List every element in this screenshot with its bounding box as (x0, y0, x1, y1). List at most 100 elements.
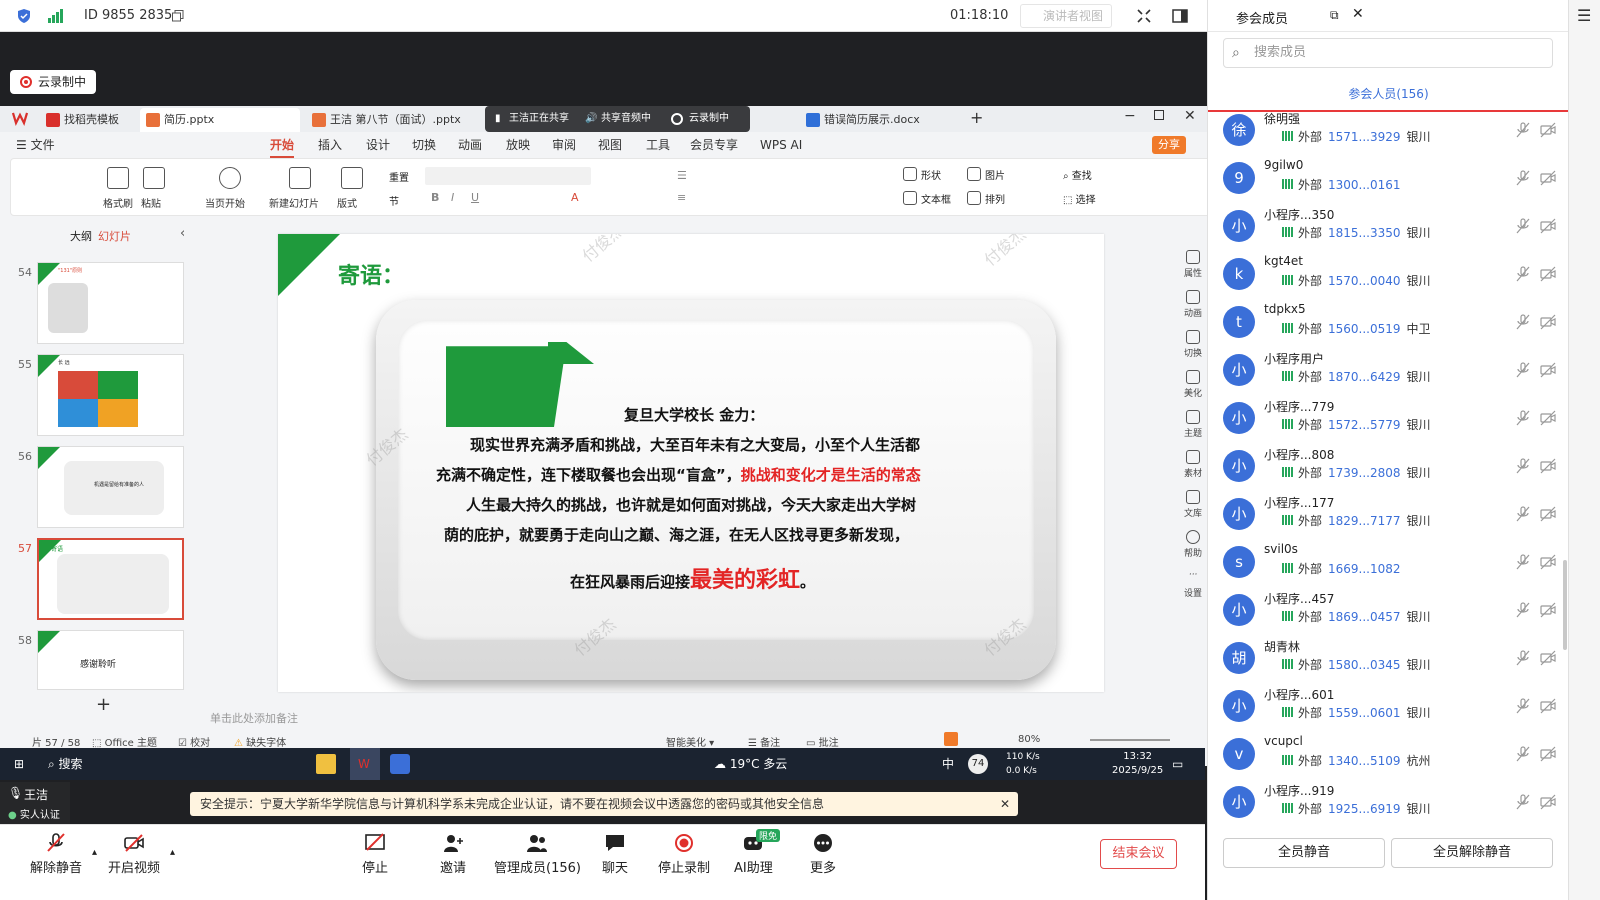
list-item[interactable]: 小小程序...919 外部 1925...6919 银川 (1208, 778, 1569, 824)
play-slideshow-icon[interactable] (944, 732, 958, 746)
camera-off-icon[interactable] (1540, 170, 1556, 186)
notes-button[interactable]: ☰ 备注 (748, 734, 780, 749)
font-name-select[interactable] (425, 167, 591, 185)
reset-button[interactable]: 重置 (389, 169, 409, 184)
list-item[interactable]: 小小程序用户 外部 1870...6429 银川 (1208, 346, 1569, 394)
menu-review[interactable]: 审阅 (552, 132, 576, 158)
add-slide-icon[interactable]: + (96, 694, 111, 715)
start-video-button[interactable]: 开启视频 (108, 833, 160, 876)
tab-error-resume-docx[interactable]: 错误简历展示.docx (800, 108, 920, 132)
menu-member[interactable]: 会员专享 (690, 132, 738, 158)
fullscreen-icon[interactable] (1136, 0, 1152, 32)
tab-template[interactable]: 找稻壳模板 (40, 108, 119, 132)
slide-thumb-56[interactable]: 机遇是留给有准备的人 (37, 446, 184, 528)
theme-indicator[interactable]: ⬚ Office 主题 (92, 734, 157, 749)
close-notice-icon[interactable]: ✕ (1000, 792, 1010, 816)
camera-off-icon[interactable] (1540, 266, 1556, 282)
tencent-meeting-icon[interactable] (390, 754, 410, 774)
camera-off-icon[interactable] (1540, 458, 1556, 474)
stop-recording-button[interactable]: 停止录制 (658, 833, 710, 876)
select-button[interactable]: ⬚ 选择 (1063, 191, 1096, 206)
slide-thumb-57[interactable]: 寄语 (37, 538, 184, 620)
speaker-icon[interactable]: 🔊 (585, 106, 597, 132)
chat-button[interactable]: 聊天 (602, 833, 628, 876)
speaker-view-button[interactable]: 演讲者视图 (1020, 4, 1113, 28)
underline-icon[interactable]: U (471, 191, 479, 204)
copy-icon[interactable] (172, 0, 184, 32)
minimize-icon[interactable]: − (1124, 108, 1136, 124)
camera-off-icon[interactable] (1540, 410, 1556, 426)
arrange-label[interactable]: 排列 (985, 191, 1005, 206)
format-painter-label[interactable]: 格式刷 (103, 195, 133, 210)
mic-off-icon[interactable] (1515, 506, 1531, 522)
menu-transition[interactable]: 切换 (412, 132, 436, 158)
notification-center-icon[interactable]: ▭ (1172, 748, 1183, 780)
tab-slides[interactable]: 幻灯片 (98, 228, 131, 244)
layout-icon[interactable] (341, 167, 363, 189)
mic-off-icon[interactable] (1515, 746, 1531, 762)
shape-icon[interactable] (903, 167, 917, 181)
camera-off-icon[interactable] (1540, 122, 1556, 138)
format-painter-icon[interactable] (107, 167, 129, 189)
tab-members[interactable]: 参会人员(156) (1208, 84, 1569, 112)
shield-icon[interactable] (16, 0, 32, 32)
camera-off-icon[interactable] (1540, 314, 1556, 330)
bold-icon[interactable]: B (431, 191, 439, 204)
list-item[interactable]: 小小程序...808 外部 1739...2808 银川 (1208, 442, 1569, 490)
picture-icon[interactable] (967, 167, 981, 181)
camera-off-icon[interactable] (1540, 746, 1556, 762)
member-search-input[interactable]: ⌕ 搜索成员 (1223, 38, 1553, 68)
manage-members-button[interactable]: 管理成员(156) (494, 833, 581, 876)
camera-off-icon[interactable] (1540, 602, 1556, 618)
mic-off-icon[interactable] (1515, 362, 1531, 378)
mic-off-icon[interactable] (1515, 170, 1531, 186)
list-item[interactable]: 小小程序...779 外部 1572...5779 银川 (1208, 394, 1569, 442)
font-color-icon[interactable]: A (571, 191, 579, 204)
self-video-tile[interactable]: 🎙 王洁 ● 实人认证 (0, 782, 70, 824)
notes-placeholder[interactable]: 单击此处添加备注 (210, 710, 298, 726)
camera-off-icon[interactable] (1540, 698, 1556, 714)
list-item[interactable]: 小小程序...601 外部 1559...0601 银川 (1208, 682, 1569, 730)
end-meeting-button[interactable]: 结束会议 (1100, 839, 1177, 869)
menu-view[interactable]: 视图 (598, 132, 622, 158)
member-list-scrollbar[interactable] (1563, 560, 1567, 650)
taskbar-search[interactable]: ⌕ 搜索 (48, 748, 83, 780)
proof-button[interactable]: ☑ 校对 (178, 734, 210, 749)
picture-label[interactable]: 图片 (985, 167, 1005, 182)
list-item[interactable]: s svil0s 外部 1669...1082 (1208, 538, 1569, 586)
paste-label[interactable]: 粘贴 (141, 195, 161, 210)
layout-label[interactable]: 版式 (337, 195, 357, 210)
zoom-slider[interactable] (1090, 739, 1170, 741)
mic-options-chevron-icon[interactable]: ▴ (92, 847, 97, 858)
tab-resume-pptx[interactable]: 简历.pptx (140, 108, 300, 132)
weather-widget[interactable]: ☁ 19°C 多云 (714, 748, 787, 780)
paste-icon[interactable] (143, 167, 165, 189)
notification-badge[interactable]: 74 (968, 754, 988, 774)
camera-off-icon[interactable] (1540, 554, 1556, 570)
camera-off-icon[interactable] (1540, 506, 1556, 522)
menu-wps-ai[interactable]: WPS AI (760, 132, 802, 158)
wps-taskbar-icon[interactable]: W (350, 748, 380, 780)
menu-insert[interactable]: 插入 (318, 132, 342, 158)
ime-indicator[interactable]: 中 (942, 748, 954, 780)
slide-canvas[interactable]: 寄语： 复旦大学校长 金力： 现实世界充满矛盾和挑战，大至百年未有之大变局，小至… (278, 234, 1104, 692)
mic-off-icon[interactable] (1515, 794, 1531, 810)
menu-tools[interactable]: 工具 (646, 132, 670, 158)
video-options-chevron-icon[interactable]: ▴ (170, 847, 175, 858)
start-current-label[interactable]: 当页开始 (205, 195, 245, 210)
find-button[interactable]: ⌕ 查找 (1063, 167, 1092, 182)
list-item[interactable]: 小小程序...177 外部 1829...7177 银川 (1208, 490, 1569, 538)
list-item[interactable]: 小小程序...457 外部 1869...0457 银川 (1208, 586, 1569, 634)
mic-off-icon[interactable] (1515, 650, 1531, 666)
wps-logo-icon[interactable] (11, 110, 29, 129)
comments-button[interactable]: ▭ 批注 (806, 734, 839, 749)
mic-off-icon[interactable] (1515, 698, 1531, 714)
close-panel-icon[interactable]: ✕ (1352, 6, 1364, 22)
share-button[interactable]: 分享 (1152, 136, 1186, 154)
unmute-button[interactable]: 解除静音 (30, 833, 82, 876)
menu-design[interactable]: 设计 (366, 132, 390, 158)
list-item[interactable]: v vcupcl 外部 1340...5109 杭州 (1208, 730, 1569, 778)
maximize-icon[interactable] (1154, 110, 1164, 120)
mic-off-icon[interactable] (1515, 602, 1531, 618)
slide-thumb-58[interactable]: 感谢聆听 (37, 630, 184, 690)
